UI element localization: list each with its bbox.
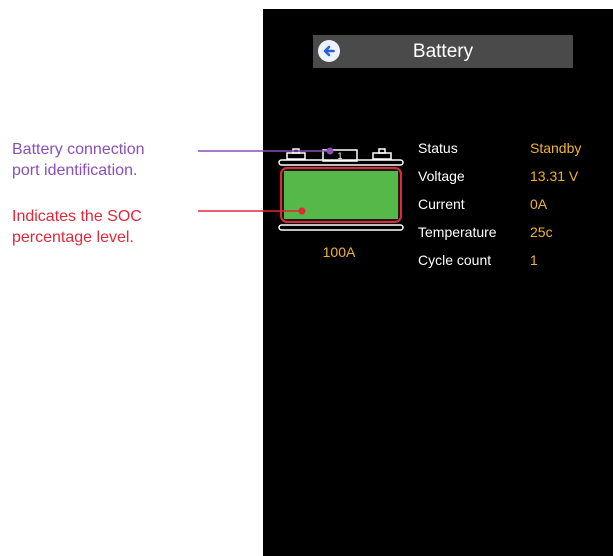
- current-value: 0A: [530, 196, 548, 212]
- capacity-label: 100A: [322, 244, 356, 260]
- left-terminal-icon: [286, 148, 306, 160]
- port-callout-text: Battery connection port identification.: [12, 139, 145, 181]
- header-bar: Battery: [313, 35, 573, 68]
- cycle-count-value: 1: [530, 252, 538, 268]
- status-label: Status: [418, 140, 458, 156]
- info-row-temperature: Temperature 25c: [418, 224, 613, 252]
- soc-callout-text: Indicates the SOC percentage level.: [12, 206, 142, 248]
- cycle-count-label: Cycle count: [418, 252, 492, 268]
- page-title: Battery: [412, 41, 474, 62]
- current-label: Current: [418, 196, 465, 212]
- info-row-cycle-count: Cycle count 1: [418, 252, 613, 280]
- battery-graphic: 1: [278, 148, 404, 231]
- battery-base: [278, 224, 404, 231]
- battery-lid: [278, 159, 404, 166]
- info-row-voltage: Voltage 13.31 V: [418, 168, 613, 196]
- back-button[interactable]: [318, 40, 340, 62]
- voltage-label: Voltage: [418, 168, 465, 184]
- port-callout-line1: Battery connection: [12, 141, 145, 158]
- info-row-status: Status Standby: [418, 140, 613, 168]
- soc-callout-line2: percentage level.: [12, 229, 134, 246]
- right-terminal-icon: [372, 148, 392, 160]
- status-value: Standby: [530, 140, 582, 156]
- voltage-value: 13.31 V: [530, 168, 579, 184]
- temperature-value: 25c: [530, 224, 553, 240]
- info-row-current: Current 0A: [418, 196, 613, 224]
- temperature-label: Temperature: [418, 224, 497, 240]
- soc-fill-bar: [284, 171, 398, 219]
- soc-callout-line1: Indicates the SOC: [12, 208, 142, 225]
- port-callout-line2: port identification.: [12, 162, 138, 179]
- back-arrow-icon: [323, 45, 335, 57]
- device-screen: Battery 1 100A Status Standby Voltage 13…: [263, 9, 613, 556]
- battery-info-list: Status Standby Voltage 13.31 V Current 0…: [418, 140, 613, 280]
